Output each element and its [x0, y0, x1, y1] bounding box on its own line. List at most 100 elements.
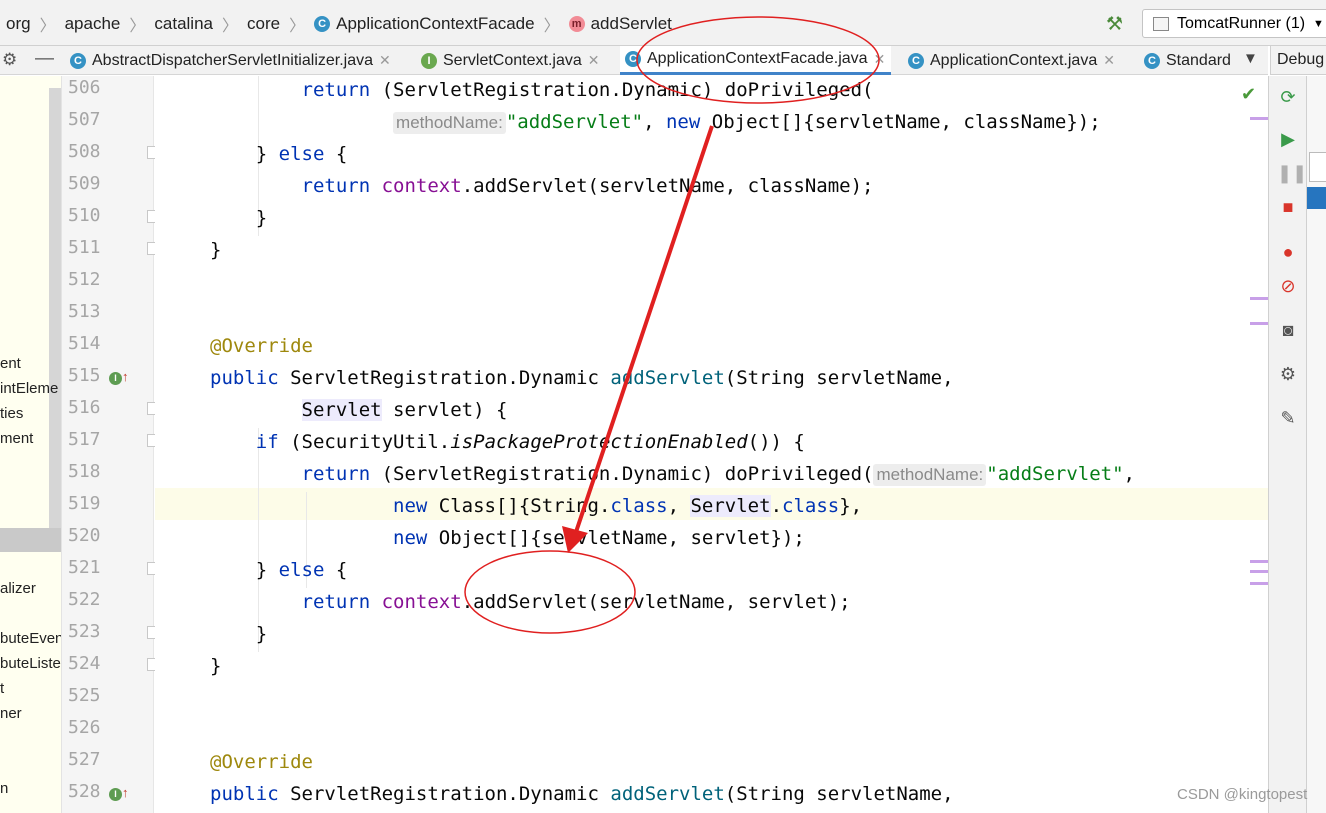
- project-item[interactable]: t: [0, 680, 4, 697]
- debug-toolbar: ⟳ ▶ ❚❚ ■ ● ⊘ ◙ ⚙ ✎: [1268, 76, 1307, 813]
- debug-side-panel: [1306, 76, 1326, 813]
- chevron-right-icon: 〉: [222, 18, 239, 35]
- close-icon[interactable]: ✕: [379, 52, 391, 69]
- tab-application-context-facade[interactable]: C ApplicationContextFacade.java ✕: [620, 46, 892, 75]
- line-number: 525: [68, 685, 101, 706]
- project-item[interactable]: ner: [0, 705, 22, 722]
- pin-icon[interactable]: ✎: [1277, 407, 1299, 429]
- line-number: 518: [68, 461, 101, 482]
- code-line-518: return (ServletRegistration.Dynamic) doP…: [301, 463, 1135, 486]
- chevron-right-icon: 〉: [289, 18, 306, 35]
- run-configuration-select[interactable]: TomcatRunner (1) ▼: [1142, 9, 1326, 38]
- class-icon: C: [314, 16, 331, 32]
- line-number: 515: [68, 365, 101, 386]
- line-number: 506: [68, 77, 101, 98]
- project-item[interactable]: ties: [0, 405, 23, 422]
- override-method-icon[interactable]: I ↑: [109, 785, 131, 803]
- chevron-right-icon: 〉: [39, 18, 56, 35]
- line-number: 528: [68, 781, 101, 802]
- close-icon[interactable]: ✕: [1103, 52, 1115, 69]
- stripe-mark[interactable]: [1250, 322, 1268, 325]
- line-number: 523: [68, 621, 101, 642]
- line-number: 519: [68, 493, 101, 514]
- close-icon[interactable]: ✕: [874, 51, 886, 68]
- chevron-down-icon[interactable]: ▼: [1243, 50, 1258, 67]
- breadcrumb-label: core: [247, 14, 281, 33]
- project-item[interactable]: buteEven: [0, 630, 61, 647]
- rerun-icon[interactable]: ⟳: [1277, 86, 1299, 108]
- line-number: 508: [68, 141, 101, 162]
- stripe-mark[interactable]: [1250, 297, 1268, 300]
- run-config-icon: [1153, 16, 1169, 31]
- line-number: 517: [68, 429, 101, 450]
- minimize-icon[interactable]: —: [35, 48, 54, 70]
- stripe-mark[interactable]: [1250, 570, 1268, 573]
- debug-selected-frame[interactable]: [1307, 187, 1326, 209]
- project-scrollbar[interactable]: [49, 88, 61, 540]
- code-line-517: if (SecurityUtil.isPackageProtectionEnab…: [255, 431, 805, 453]
- project-selected-row[interactable]: [0, 528, 61, 552]
- project-panel: ent intEleme ties ment alizer buteEven b…: [0, 76, 62, 813]
- chevron-down-icon: ▼: [1313, 17, 1324, 30]
- watermark: CSDN @kingtopest: [1177, 786, 1308, 803]
- line-number: 522: [68, 589, 101, 610]
- override-method-icon[interactable]: I ↑: [109, 369, 131, 387]
- class-icon: C: [908, 52, 924, 69]
- build-hammer-icon[interactable]: ⚒: [1106, 13, 1128, 35]
- code-line-523: }: [210, 623, 268, 645]
- breadcrumb-item-class[interactable]: C ApplicationContextFacade: [314, 14, 535, 34]
- tab-servlet-context[interactable]: I ServletContext.java ✕: [421, 46, 599, 75]
- editor-tab-bar: ⚙ — C AbstractDispatcherServletInitializ…: [0, 46, 1268, 75]
- tab-abstract-dispatcher-servlet-initializer[interactable]: C AbstractDispatcherServletInitializer.j…: [70, 46, 391, 75]
- tab-label: Standard: [1166, 51, 1231, 69]
- debug-frame-box[interactable]: [1309, 152, 1326, 182]
- navigation-bar: org 〉 apache 〉 catalina 〉 core 〉 C Applic…: [0, 0, 1326, 46]
- tab-application-context[interactable]: C ApplicationContext.java ✕: [908, 46, 1115, 75]
- breadcrumb-item-org[interactable]: org: [6, 14, 31, 34]
- pause-icon[interactable]: ❚❚: [1277, 162, 1307, 184]
- tab-label: ApplicationContextFacade.java: [647, 50, 868, 67]
- code-line-519: new Class[]{String.class, Servlet.class}…: [393, 495, 863, 517]
- line-number: 511: [68, 237, 101, 258]
- tab-label: ServletContext.java: [443, 51, 582, 69]
- tab-standard[interactable]: C Standard: [1144, 46, 1231, 75]
- class-icon: C: [1144, 52, 1160, 69]
- mute-breakpoints-icon[interactable]: ⊘: [1277, 275, 1299, 297]
- code-editor[interactable]: return (ServletRegistration.Dynamic) doP…: [155, 76, 1268, 813]
- project-item[interactable]: n: [0, 780, 8, 797]
- stop-icon[interactable]: ■: [1277, 196, 1299, 218]
- breadcrumb-item-apache[interactable]: apache: [65, 14, 121, 34]
- code-line-510: }: [210, 207, 268, 229]
- code-line-520: new Object[]{servletName, servlet});: [393, 527, 805, 549]
- code-line-522: return context.addServlet(servletName, s…: [301, 591, 851, 613]
- stripe-mark[interactable]: [1250, 560, 1268, 563]
- camera-icon[interactable]: ◙: [1277, 319, 1299, 341]
- code-line-506: return (ServletRegistration.Dynamic) doP…: [301, 79, 874, 101]
- line-number: 509: [68, 173, 101, 194]
- project-item[interactable]: intEleme: [0, 380, 58, 397]
- project-item[interactable]: ment: [0, 430, 33, 447]
- view-breakpoints-icon[interactable]: ●: [1277, 241, 1299, 263]
- chevron-right-icon: 〉: [543, 18, 560, 35]
- project-item[interactable]: buteListe: [0, 655, 61, 672]
- interface-icon: I: [421, 52, 437, 69]
- breadcrumb-item-method[interactable]: m addServlet: [568, 14, 672, 34]
- breadcrumb-label: addServlet: [590, 14, 672, 33]
- close-icon[interactable]: ✕: [588, 52, 600, 69]
- stripe-mark[interactable]: [1250, 117, 1268, 120]
- project-item[interactable]: ent: [0, 355, 21, 372]
- gear-icon[interactable]: ⚙: [1277, 363, 1299, 385]
- breadcrumb-item-core[interactable]: core: [247, 14, 280, 34]
- project-item[interactable]: alizer: [0, 580, 36, 597]
- debug-panel-title[interactable]: Debug: [1270, 46, 1326, 75]
- error-stripe[interactable]: [1242, 76, 1268, 813]
- run-config-label: TomcatRunner (1): [1177, 14, 1306, 32]
- string-literal: "addServlet": [505, 111, 644, 133]
- resume-icon[interactable]: ▶: [1277, 128, 1299, 150]
- breadcrumb-item-catalina[interactable]: catalina: [154, 14, 213, 34]
- stripe-mark[interactable]: [1250, 582, 1268, 585]
- gear-icon[interactable]: ⚙: [2, 50, 17, 70]
- ide-window: org 〉 apache 〉 catalina 〉 core 〉 C Applic…: [0, 0, 1326, 813]
- code-line-509: return context.addServlet(servletName, c…: [301, 175, 874, 197]
- line-number: 513: [68, 301, 101, 322]
